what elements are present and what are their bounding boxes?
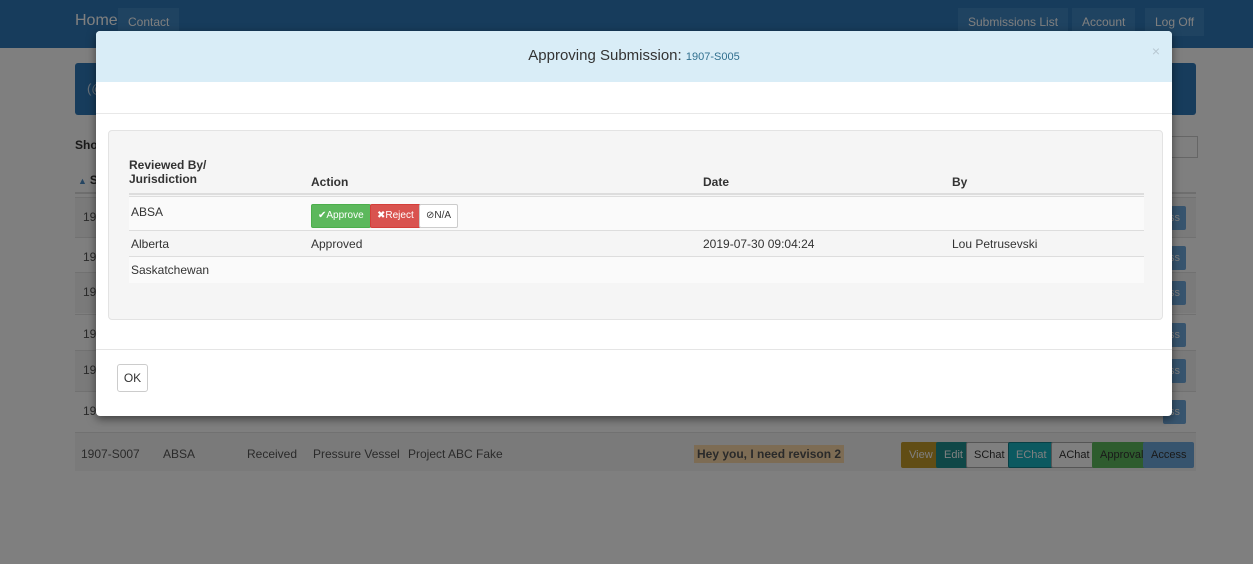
modal-title-text: Approving Submission: <box>528 47 682 64</box>
modal-title: Approving Submission: 1907-S005 <box>96 47 1172 64</box>
review-row: Alberta Approved 2019-07-30 09:04:24 Lou… <box>129 230 1144 257</box>
ok-button[interactable]: OK <box>117 364 148 392</box>
header-action: Action <box>311 175 349 189</box>
review-jurisdiction: Alberta <box>131 237 170 251</box>
modal-header: Approving Submission: 1907-S005 × <box>96 31 1172 82</box>
approve-button[interactable]: ✔Approve <box>311 204 371 228</box>
reject-button[interactable]: ✖Reject <box>370 204 421 228</box>
header-by: By <box>952 175 968 189</box>
na-button[interactable]: ⊘N/A <box>419 204 459 228</box>
header-date: Date <box>703 175 730 189</box>
review-row: Saskatchewan <box>129 256 1144 283</box>
review-date: 2019-07-30 09:04:24 <box>703 237 815 251</box>
review-row: ABSA ✔Approve ✖Reject ⊘N/A <box>129 196 1144 231</box>
reviews-panel: Reviewed By/ Jurisdiction Action Date By… <box>108 130 1163 320</box>
review-by: Lou Petrusevski <box>952 237 1038 251</box>
review-jurisdiction: Saskatchewan <box>131 263 210 277</box>
submission-id: 1907-S005 <box>685 51 740 63</box>
modal-footer-divider <box>96 349 1172 350</box>
close-icon[interactable]: × <box>1152 43 1160 59</box>
divider <box>96 113 1172 114</box>
approval-modal: Approving Submission: 1907-S005 × Review… <box>96 31 1172 416</box>
table-header-divider <box>129 193 1144 195</box>
header-reviewed-by-line2: Jurisdiction <box>129 172 198 186</box>
header-reviewed-by: Reviewed By/ Jurisdiction <box>129 158 206 186</box>
header-reviewed-by-line1: Reviewed By/ <box>129 158 207 172</box>
review-action: Approved <box>311 237 363 251</box>
review-jurisdiction: ABSA <box>131 205 164 219</box>
